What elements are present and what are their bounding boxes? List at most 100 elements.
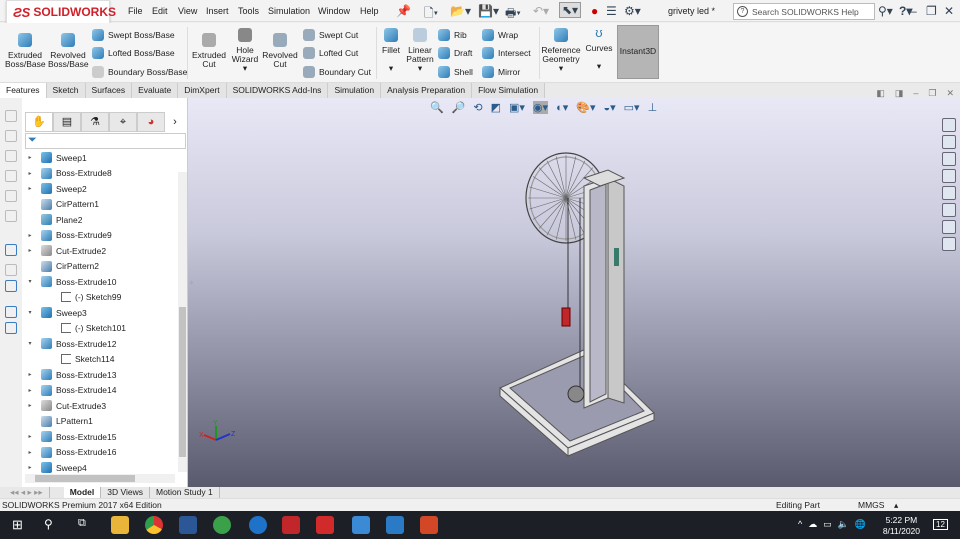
tree-item[interactable]: (-) Sketch99 (25, 290, 121, 305)
bottom-tab-motion-study-1[interactable]: Motion Study 1 (150, 487, 220, 498)
view-orientation-icon[interactable]: ▣▾ (509, 101, 525, 114)
section-view-icon[interactable]: ◩ (491, 101, 501, 114)
open-icon[interactable]: 📂▾ (450, 4, 471, 18)
save-icon[interactable]: 💾▾ (478, 4, 499, 18)
display-manager-tab[interactable]: ◕ (137, 112, 165, 132)
tab-sketch[interactable]: Sketch (46, 83, 86, 98)
units-selector[interactable]: MMGS (858, 500, 884, 510)
tab-solidworks-add-ins[interactable]: SOLIDWORKS Add-Ins (226, 83, 329, 98)
view-palette-icon[interactable] (942, 169, 956, 183)
edge-icon[interactable] (249, 516, 267, 534)
minimize-icon[interactable]: – (910, 4, 917, 18)
appearances-icon[interactable] (942, 186, 956, 200)
design-library-icon[interactable] (942, 135, 956, 149)
file-explorer-icon[interactable] (111, 516, 129, 534)
task-view-icon[interactable]: ⧉ (78, 517, 86, 530)
lofted-cut-button[interactable]: Lofted Cut (303, 47, 358, 59)
expand-arrow-icon[interactable]: ▸ (25, 170, 35, 177)
zoom-to-fit-icon[interactable]: 🔍 (430, 101, 444, 114)
view-settings-icon[interactable]: ▭▾ (624, 101, 640, 114)
display-icon[interactable] (5, 280, 17, 292)
previous-view-icon[interactable]: ⟲ (473, 101, 482, 114)
lofted-boss-button[interactable]: Lofted Boss/Base (92, 47, 175, 59)
scroll-thumb[interactable] (179, 307, 186, 457)
bottom-tab-model[interactable]: Model (63, 487, 102, 498)
menu-simulation[interactable]: Simulation (268, 6, 310, 16)
tree-item[interactable]: ▸ Sweep1 (25, 150, 87, 165)
extruded-cut-button[interactable]: Extruded Cut (190, 33, 228, 69)
tree-item[interactable]: ▸ Sweep4 (25, 460, 87, 475)
search-icon[interactable]: ⚲▾ (878, 4, 893, 18)
photos-icon[interactable] (352, 516, 370, 534)
feature-manager-tab[interactable]: ✋ (25, 112, 53, 132)
tree-item[interactable]: ▸ Boss-Extrude8 (25, 166, 112, 181)
tab-surfaces[interactable]: Surfaces (85, 83, 133, 98)
tile-right-icon[interactable]: ◨ (895, 88, 904, 99)
linear-pattern-button[interactable]: Linear Pattern ▾ (404, 28, 436, 73)
view-icon[interactable] (5, 130, 17, 142)
tab-evaluate[interactable]: Evaluate (132, 83, 179, 98)
menu-help[interactable]: Help (360, 6, 379, 16)
media-player-icon[interactable] (386, 516, 404, 534)
tree-filter-input[interactable]: ⏷ (25, 133, 186, 149)
tree-item[interactable]: LPattern1 (25, 414, 93, 429)
display-pane-icon[interactable]: ⊥ (648, 101, 658, 114)
tree-item[interactable]: (-) Sketch101 (25, 321, 126, 336)
tree-item[interactable]: ▾ Boss-Extrude12 (25, 336, 116, 351)
menu-edit[interactable]: Edit (152, 6, 168, 16)
tab-features[interactable]: Features (0, 83, 47, 98)
search-icon[interactable]: ⚲ (44, 517, 53, 531)
chrome-icon[interactable] (145, 516, 163, 534)
expand-arrow-icon[interactable]: ▾ (25, 278, 35, 285)
fillet-button[interactable]: Fillet ▾ (379, 28, 403, 73)
hide-show-items-icon[interactable]: ◐▾ (556, 101, 568, 114)
menu-view[interactable]: View (178, 6, 197, 16)
close-view-icon[interactable]: ✕ (946, 88, 954, 99)
custom-properties-icon[interactable] (942, 203, 956, 217)
units-dropdown-icon[interactable]: ▴ (894, 500, 898, 511)
expand-arrow-icon[interactable]: ▸ (25, 247, 35, 254)
tree-item[interactable]: ▸ Cut-Extrude3 (25, 398, 106, 413)
powerpoint-icon[interactable] (420, 516, 438, 534)
boundary-cut-button[interactable]: Boundary Cut (303, 66, 371, 78)
solidworks-2017-icon[interactable] (316, 516, 334, 534)
tree-item[interactable]: ▸ Boss-Extrude13 (25, 367, 116, 382)
extruded-boss-button[interactable]: Extruded Boss/Base (5, 33, 46, 69)
solidworks-forum-icon[interactable] (942, 220, 956, 234)
view-icon[interactable] (5, 170, 17, 182)
tree-item[interactable]: CirPattern1 (25, 197, 99, 212)
tree-item[interactable]: ▸ Cut-Extrude2 (25, 243, 106, 258)
restore-view-icon[interactable]: ❐ (928, 88, 936, 99)
tree-item[interactable]: Plane2 (25, 212, 82, 227)
draft-button[interactable]: Draft (438, 47, 472, 59)
restore-icon[interactable]: ❐ (926, 4, 937, 18)
hole-wizard-button[interactable]: Hole Wizard ▾ (228, 28, 262, 73)
bottom-tab-3d-views[interactable]: 3D Views (101, 487, 150, 498)
tab-navigation-arrows[interactable]: ◂◂ ◂ ▸ ▸▸ (4, 487, 50, 498)
tab-simulation[interactable]: Simulation (328, 83, 382, 98)
swept-boss-button[interactable]: Swept Boss/Base (92, 29, 175, 41)
sketch-icon[interactable] (5, 244, 17, 256)
menu-tools[interactable]: Tools (238, 6, 259, 16)
instant3d-button[interactable]: Instant3D (617, 25, 659, 79)
rib-button[interactable]: Rib (438, 29, 467, 41)
new-document-icon[interactable]: 🗋▾ (424, 4, 438, 25)
expand-arrow-icon[interactable]: ▸ (25, 433, 35, 440)
view-icon[interactable] (5, 190, 17, 202)
tab-flow-simulation[interactable]: Flow Simulation (472, 83, 546, 98)
copy-icon[interactable] (5, 306, 17, 318)
expand-arrow-icon[interactable]: ▸ (25, 371, 35, 378)
chevron-right-icon[interactable]: › (165, 112, 185, 132)
configuration-manager-tab[interactable]: ⚗ (81, 112, 109, 132)
zoom-to-area-icon[interactable]: 🔎 (452, 101, 466, 114)
smart-dimension-icon[interactable] (5, 264, 17, 276)
appearance-icon[interactable]: 🎨▾ (576, 101, 595, 114)
expand-arrow-icon[interactable]: ▸ (25, 154, 35, 161)
property-manager-tab[interactable]: ▤ (53, 112, 81, 132)
system-tray-icons[interactable]: ^☁▭🔈🌐 (798, 519, 872, 530)
tile-left-icon[interactable]: ◧ (876, 88, 885, 99)
add-ins-icon[interactable] (942, 237, 956, 251)
tree-item[interactable]: ▾ Boss-Extrude10 (25, 274, 116, 289)
tree-item[interactable]: ▸ Boss-Extrude16 (25, 445, 116, 460)
tree-item[interactable]: ▸ Boss-Extrude9 (25, 228, 112, 243)
